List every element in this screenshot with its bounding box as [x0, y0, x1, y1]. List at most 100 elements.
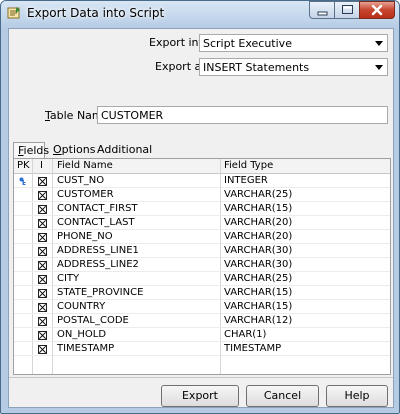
table-row[interactable]: ON_HOLD CHAR(1)	[14, 328, 390, 342]
field-type-cell: VARCHAR(15)	[224, 203, 293, 214]
separator	[9, 377, 393, 378]
field-name-cell: ADDRESS_LINE1	[57, 245, 139, 256]
include-checkbox[interactable]	[38, 345, 47, 354]
table-row[interactable]: TIMESTAMP TIMESTAMP	[14, 342, 390, 356]
tab-additional[interactable]: Additional	[93, 142, 153, 158]
row-divider	[14, 355, 390, 356]
table-row[interactable]: CUST_NO INTEGER	[14, 174, 390, 188]
pk-cell[interactable]	[14, 230, 32, 244]
include-checkbox[interactable]	[38, 191, 47, 200]
maximize-icon	[342, 5, 353, 14]
export-button[interactable]: Export	[161, 385, 239, 407]
export-into-select[interactable]: Script Executive	[199, 34, 388, 52]
field-type-cell: VARCHAR(15)	[224, 287, 293, 298]
export-app-icon	[7, 7, 20, 19]
field-type-cell: VARCHAR(25)	[224, 273, 293, 284]
pk-cell[interactable]	[14, 328, 32, 342]
field-type-cell: VARCHAR(30)	[224, 245, 293, 256]
field-name-cell: ADDRESS_LINE2	[57, 259, 139, 270]
grid-header: PK I Field Name Field Type	[14, 159, 390, 174]
pk-cell[interactable]	[14, 188, 32, 202]
include-checkbox[interactable]	[38, 261, 47, 270]
field-name-cell: ON_HOLD	[57, 329, 107, 340]
tab-options-label: ptions	[61, 143, 96, 156]
export-as-select[interactable]: INSERT Statements	[199, 58, 388, 76]
window-title: Export Data into Script	[27, 6, 165, 20]
include-checkbox[interactable]	[38, 177, 47, 186]
tab-fields-label: ields	[23, 144, 50, 157]
table-row[interactable]: CITY VARCHAR(25)	[14, 272, 390, 286]
close-icon	[371, 4, 383, 16]
table-name-input[interactable]	[98, 107, 387, 124]
field-type-cell: VARCHAR(20)	[224, 231, 293, 242]
pk-cell[interactable]	[14, 342, 32, 356]
table-name-field[interactable]	[97, 106, 388, 124]
field-type-cell: VARCHAR(15)	[224, 301, 293, 312]
cancel-button[interactable]: Cancel	[246, 385, 319, 407]
field-name-cell: PHONE_NO	[57, 231, 113, 242]
include-checkbox[interactable]	[38, 247, 47, 256]
include-column-header[interactable]: I	[40, 160, 43, 171]
field-name-cell: CUSTOMER	[57, 189, 114, 200]
fields-grid[interactable]: PK I Field Name Field Type CUST_NO INTEGE…	[13, 158, 391, 375]
chevron-down-icon[interactable]	[370, 35, 387, 51]
title-bar[interactable]: Export Data into Script	[1, 1, 399, 27]
table-row[interactable]: COUNTRY VARCHAR(15)	[14, 300, 390, 314]
table-row[interactable]: PHONE_NO VARCHAR(20)	[14, 230, 390, 244]
minimize-button[interactable]	[309, 1, 335, 19]
export-into-value: Script Executive	[203, 37, 292, 50]
field-name-cell: POSTAL_CODE	[57, 315, 129, 326]
table-row[interactable]: CONTACT_LAST VARCHAR(20)	[14, 216, 390, 230]
primary-key-icon	[19, 177, 26, 185]
include-checkbox[interactable]	[38, 289, 47, 298]
field-type-cell: VARCHAR(25)	[224, 189, 293, 200]
help-button[interactable]: Help	[326, 385, 388, 407]
field-type-cell: TIMESTAMP	[224, 343, 282, 354]
include-checkbox[interactable]	[38, 275, 47, 284]
table-row[interactable]: ADDRESS_LINE1 VARCHAR(30)	[14, 244, 390, 258]
pk-cell[interactable]	[14, 300, 32, 314]
include-checkbox[interactable]	[38, 317, 47, 326]
field-type-cell: INTEGER	[224, 175, 268, 186]
pk-cell[interactable]	[14, 174, 32, 188]
field-name-column-header[interactable]: Field Name	[57, 160, 113, 171]
table-row[interactable]: POSTAL_CODE VARCHAR(12)	[14, 314, 390, 328]
minimize-icon	[317, 11, 328, 16]
close-button[interactable]	[359, 1, 395, 19]
pk-cell[interactable]	[14, 286, 32, 300]
pk-cell[interactable]	[14, 272, 32, 286]
field-name-cell: CITY	[57, 273, 80, 284]
include-checkbox[interactable]	[38, 233, 47, 242]
include-checkbox[interactable]	[38, 219, 47, 228]
field-type-cell: VARCHAR(30)	[224, 259, 293, 270]
tab-options-accel: O	[53, 143, 62, 156]
field-name-cell: CONTACT_FIRST	[57, 203, 138, 214]
field-type-cell: VARCHAR(12)	[224, 315, 293, 326]
include-checkbox[interactable]	[38, 205, 47, 214]
chevron-down-icon[interactable]	[370, 59, 387, 75]
tab-fields[interactable]: Fields	[13, 142, 49, 158]
field-name-cell: STATE_PROVINCE	[57, 287, 144, 298]
field-name-cell: COUNTRY	[57, 301, 106, 312]
field-type-cell: CHAR(1)	[224, 329, 267, 340]
pk-cell[interactable]	[14, 314, 32, 328]
pk-column-header[interactable]: PK	[17, 160, 30, 171]
table-row[interactable]: CONTACT_FIRST VARCHAR(15)	[14, 202, 390, 216]
pk-cell[interactable]	[14, 202, 32, 216]
field-name-cell: TIMESTAMP	[57, 343, 115, 354]
table-row[interactable]: STATE_PROVINCE VARCHAR(15)	[14, 286, 390, 300]
tab-options[interactable]: Options	[49, 142, 95, 158]
field-type-cell: VARCHAR(20)	[224, 217, 293, 228]
include-checkbox[interactable]	[38, 303, 47, 312]
field-type-column-header[interactable]: Field Type	[224, 160, 273, 171]
export-as-value: INSERT Statements	[203, 61, 310, 74]
dialog-client-area: Export into Script Executive Export as I…	[8, 28, 394, 408]
pk-cell[interactable]	[14, 244, 32, 258]
table-row[interactable]: CUSTOMER VARCHAR(25)	[14, 188, 390, 202]
field-name-cell: CONTACT_LAST	[57, 217, 135, 228]
maximize-button[interactable]	[334, 1, 360, 19]
pk-cell[interactable]	[14, 216, 32, 230]
table-row[interactable]: ADDRESS_LINE2 VARCHAR(30)	[14, 258, 390, 272]
pk-cell[interactable]	[14, 258, 32, 272]
include-checkbox[interactable]	[38, 331, 47, 340]
